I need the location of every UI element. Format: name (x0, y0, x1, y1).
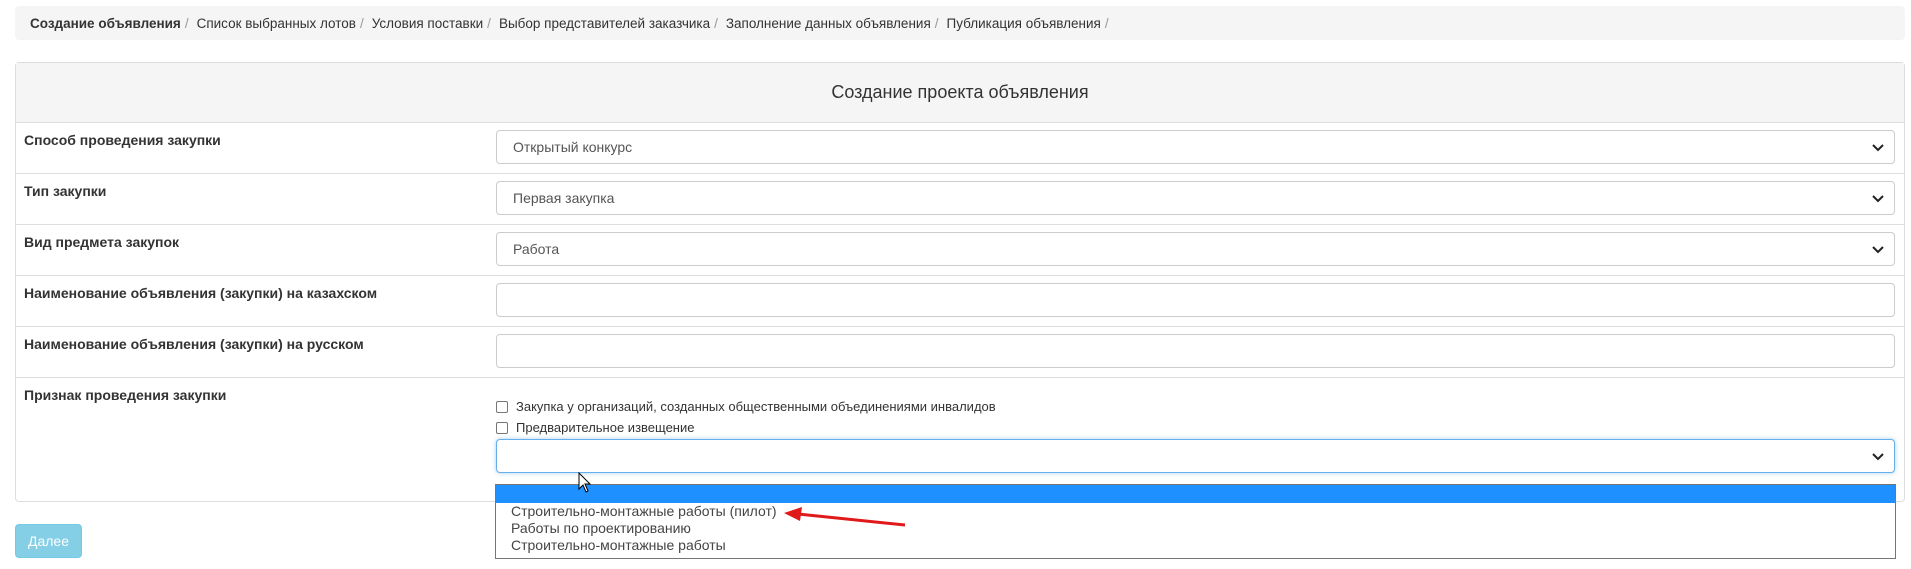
field-label-type: Тип закупки (24, 183, 107, 199)
checkbox-label-disabled-orgs: Закупка у организаций, созданных обществ… (516, 399, 996, 414)
checkbox-row-disabled-orgs[interactable]: Закупка у организаций, созданных обществ… (496, 399, 996, 414)
form-row-subject: Вид предмета закупок Работа (16, 225, 1904, 276)
breadcrumb-item-lots[interactable]: Список выбранных лотов (197, 16, 356, 31)
breadcrumb-separator: / (934, 15, 939, 31)
breadcrumb-item-delivery[interactable]: Условия поставки (372, 16, 483, 31)
mouse-cursor-icon (578, 472, 592, 493)
chevron-down-icon (1872, 453, 1884, 461)
panel-title: Создание проекта объявления (16, 63, 1904, 123)
breadcrumb-item-representatives[interactable]: Выбор представителей заказчика (499, 16, 710, 31)
breadcrumb-separator: / (714, 15, 718, 31)
breadcrumb-item-publish[interactable]: Публикация объявления (947, 16, 1101, 31)
dropdown-option-smr-pilot[interactable]: Строительно-монтажные работы (пилот) (496, 503, 1895, 520)
breadcrumb-separator: / (1104, 15, 1109, 31)
field-label-name-ru: Наименование объявления (закупки) на рус… (24, 336, 364, 352)
annotation-arrow-icon (784, 507, 906, 527)
field-label-method: Способ проведения закупки (24, 132, 221, 148)
form-row-name-kz: Наименование объявления (закупки) на каз… (16, 276, 1904, 327)
field-label-sign: Признак проведения закупки (24, 387, 227, 403)
breadcrumb: Создание объявления / Список выбранных л… (15, 6, 1905, 40)
sign-select[interactable] (496, 439, 1895, 473)
dropdown-option-design-works[interactable]: Работы по проектированию (496, 520, 1895, 537)
checkbox-label-preliminary: Предварительное извещение (516, 420, 695, 435)
form-row-name-ru: Наименование объявления (закупки) на рус… (16, 327, 1904, 378)
checkbox-preliminary[interactable] (496, 421, 508, 434)
method-select[interactable]: Открытый конкурс (496, 130, 1895, 164)
type-select-value: Первая закупка (513, 190, 615, 206)
chevron-down-icon (1872, 144, 1884, 152)
type-select[interactable]: Первая закупка (496, 181, 1895, 215)
breadcrumb-separator: / (359, 15, 364, 31)
checkbox-row-preliminary[interactable]: Предварительное извещение (496, 420, 694, 435)
field-label-name-kz: Наименование объявления (закупки) на каз… (24, 285, 378, 301)
breadcrumb-separator: / (487, 15, 491, 31)
form-row-type: Тип закупки Первая закупка (16, 174, 1904, 225)
next-button[interactable]: Далее (15, 524, 82, 558)
dropdown-option-smr[interactable]: Строительно-монтажные работы (496, 537, 1895, 554)
breadcrumb-item-data[interactable]: Заполнение данных объявления (726, 16, 931, 31)
form-row-method: Способ проведения закупки Открытый конку… (16, 123, 1904, 174)
chevron-down-icon (1872, 246, 1884, 254)
form-row-sign: Признак проведения закупки Закупка у орг… (16, 378, 1904, 484)
method-select-value: Открытый конкурс (513, 139, 633, 155)
dropdown-option-empty[interactable] (496, 485, 1895, 503)
subject-select[interactable]: Работа (496, 232, 1895, 266)
checkbox-disabled-orgs[interactable] (496, 400, 508, 413)
subject-select-value: Работа (513, 241, 560, 257)
field-label-subject: Вид предмета закупок (24, 234, 180, 250)
breadcrumb-separator: / (184, 15, 189, 31)
name-kz-input[interactable] (496, 283, 1895, 317)
name-ru-input[interactable] (496, 334, 1895, 368)
breadcrumb-item-create[interactable]: Создание объявления (30, 16, 181, 31)
chevron-down-icon (1872, 195, 1884, 203)
announcement-form-panel: Создание проекта объявления Способ прове… (15, 62, 1905, 502)
sign-select-dropdown: Строительно-монтажные работы (пилот) Раб… (495, 484, 1896, 559)
